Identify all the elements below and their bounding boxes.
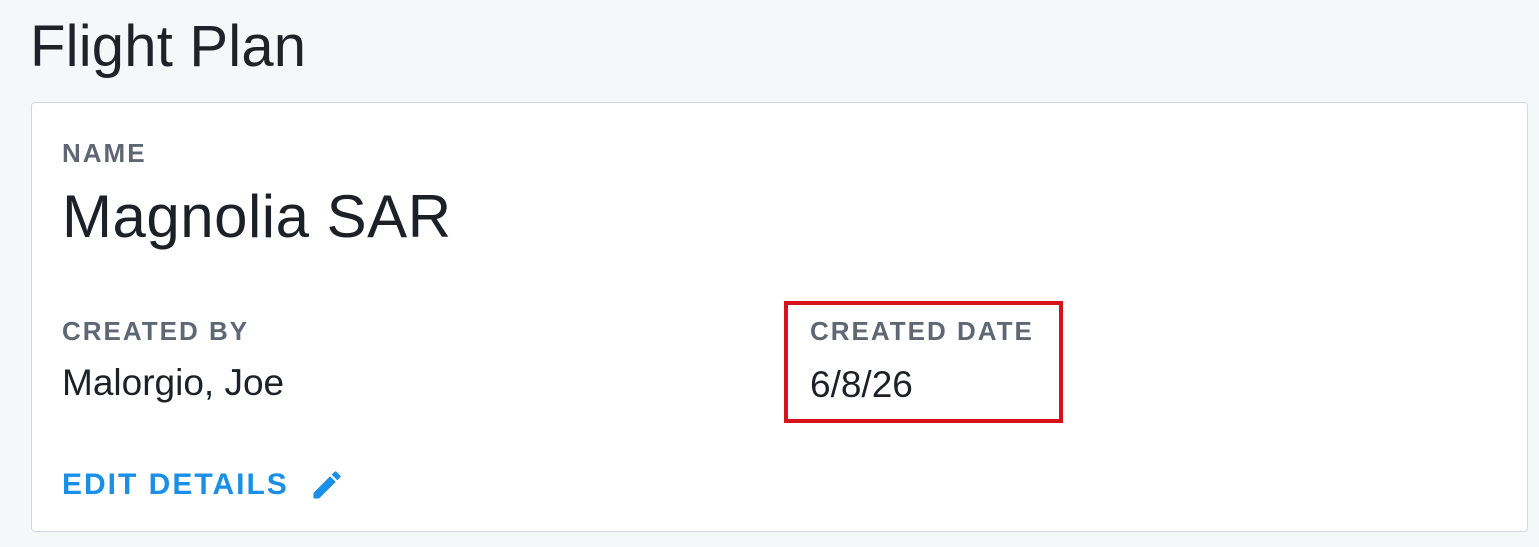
edit-details-button[interactable]: EDIT DETAILS <box>62 465 345 505</box>
name-value: Magnolia SAR <box>62 183 452 250</box>
created-date-label: CREATED DATE <box>810 316 1034 346</box>
created-by-label: CREATED BY <box>62 316 250 346</box>
page-title: Flight Plan <box>30 14 307 79</box>
name-label: NAME <box>62 138 147 168</box>
edit-details-label: EDIT DETAILS <box>62 468 289 501</box>
details-card: NAME Magnolia SAR CREATED BY Malorgio, J… <box>31 102 1528 532</box>
pencil-icon <box>309 467 345 503</box>
created-date-value: 6/8/26 <box>810 364 913 405</box>
created-by-value: Malorgio, Joe <box>62 362 285 403</box>
